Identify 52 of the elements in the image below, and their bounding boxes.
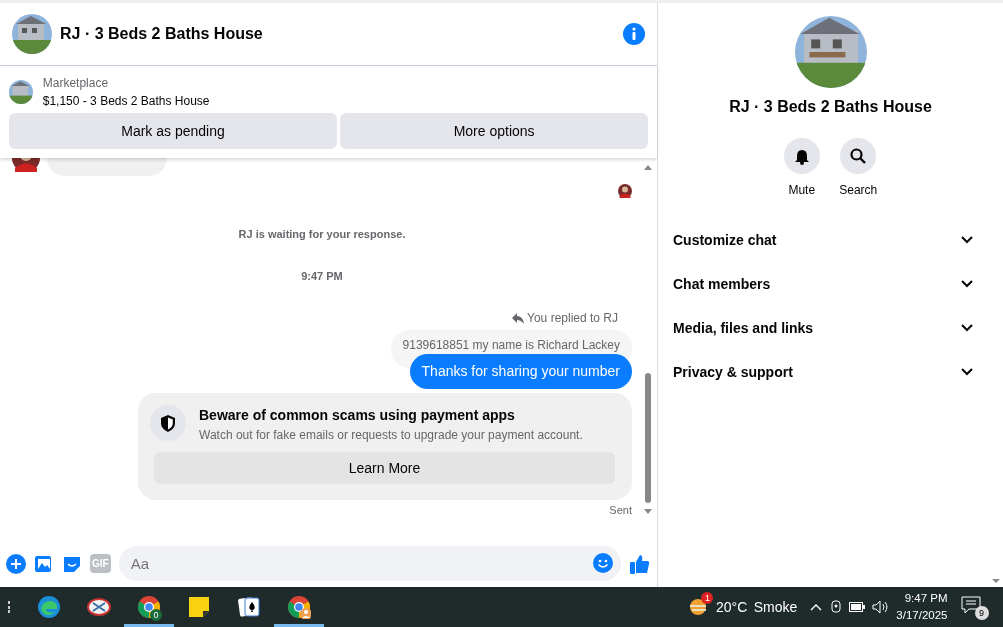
taskbar-app[interactable]: 0 [124,587,174,627]
shield-icon [150,405,186,442]
clock-time[interactable]: 9:47 PM [904,590,948,607]
thumbs-up-icon[interactable] [629,552,651,575]
waiting-notice: RJ is waiting for your response. [238,228,406,241]
reply-icon [511,312,524,324]
chevron-icon [961,324,973,332]
reply-label: You replied to RJ [527,310,618,328]
weather-temperature: 20°C [715,597,748,617]
add-icon[interactable] [6,553,26,574]
chevron-icon [961,236,973,244]
scrollbar[interactable] [991,577,1001,585]
section-header[interactable]: Privacy & support [658,350,1003,394]
warning-text: Watch out for fake emails or requests to upgrade your payment account. [199,427,583,445]
scissors-icon [87,595,111,619]
search-label: Search [839,181,878,199]
browser-icon [37,595,61,619]
webcam-icon[interactable] [828,600,843,614]
listing-source: Marketplace [42,75,110,92]
image-icon[interactable] [34,553,54,574]
message-bubble: Thanks for sharing your number [409,354,632,390]
chat-title: RJ · 3 Beds 2 Baths House [60,24,264,44]
sticky-note-icon [187,595,211,619]
listing-button[interactable]: Mark as pending [9,113,337,150]
chevron-icon [961,368,973,376]
message-time: 9:47 PM [301,269,343,282]
section-header[interactable]: Chat members [658,262,1003,306]
browser-icon [287,595,311,619]
playing-cards-icon [237,595,261,619]
search-icon [849,147,868,165]
volume-icon[interactable] [871,600,890,614]
chat-title: RJ · 3 Beds 2 Baths House [729,96,932,117]
section-header[interactable]: Media, files and links [658,306,1003,350]
battery-icon[interactable] [849,602,866,612]
weather-condition: Smoke [753,597,798,617]
learn-more-button[interactable]: Learn More [154,452,615,485]
chevron-icon [961,280,973,288]
clock-date[interactable]: 3/17/2025 [896,607,948,624]
listing-button[interactable]: More options [340,113,648,150]
mute-label: Mute [788,181,816,199]
avatar-icon [618,184,632,199]
warning-title: Beware of common scams using payment apps [199,406,516,426]
sent-status: Sent [609,503,632,519]
emoji-icon[interactable] [593,553,613,573]
search-button[interactable] [840,138,877,174]
section-header[interactable]: Customize chat [658,218,1003,262]
chevron-up-icon[interactable] [810,603,823,611]
info-icon[interactable] [623,23,645,45]
mute-button[interactable] [783,138,820,174]
message-field[interactable]: Aa [118,546,621,581]
listing-title: $1,150 - 3 Beds 2 Baths House [42,93,210,110]
taskbar-grip-icon [8,601,11,613]
